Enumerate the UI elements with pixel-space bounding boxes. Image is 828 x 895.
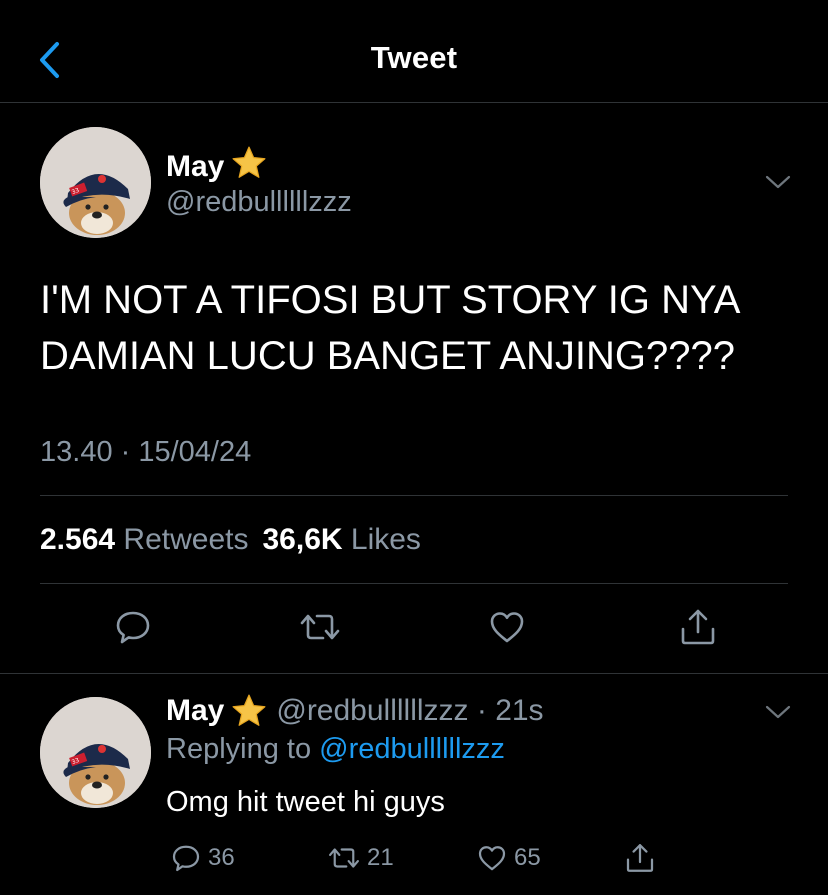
- reply-share-button[interactable]: [624, 840, 656, 876]
- divider: [40, 495, 788, 496]
- heart-icon: [478, 846, 506, 871]
- like-button[interactable]: [484, 604, 530, 650]
- page-title: Tweet: [370, 40, 458, 75]
- avatar[interactable]: 33: [40, 127, 151, 238]
- reply-reply-button[interactable]: 36: [170, 840, 235, 876]
- likes-label: Likes: [350, 523, 421, 556]
- dog-with-cap-avatar-icon: 33: [40, 697, 151, 808]
- retweet-button[interactable]: [297, 604, 343, 650]
- reply-options-button[interactable]: [763, 702, 793, 722]
- tweet-stats: 2.564 Retweets 36,6K Likes: [40, 523, 421, 557]
- share-icon: [626, 844, 654, 872]
- retweets-label: Retweets: [123, 523, 249, 556]
- retweets-stat[interactable]: 2.564 Retweets: [40, 523, 248, 557]
- star-emoji-icon: [230, 144, 268, 190]
- reply-avatar[interactable]: 33: [40, 697, 151, 808]
- tweet-author-handle[interactable]: @redbullllllzzz: [166, 186, 352, 219]
- reply-text: Omg hit tweet hi guys: [166, 786, 445, 818]
- replying-to-prefix: Replying to: [166, 733, 312, 765]
- replying-to-mention[interactable]: @redbullllllzzz: [319, 733, 505, 765]
- reply-count: 36: [208, 844, 235, 871]
- share-button[interactable]: [675, 604, 721, 650]
- reply-header[interactable]: May @redbullllllzzz · 21s: [166, 692, 544, 730]
- retweet-count: 21: [367, 844, 394, 871]
- reply-retweet-button[interactable]: 21: [327, 840, 394, 876]
- reply-icon: [116, 611, 150, 644]
- like-count: 65: [514, 844, 541, 871]
- chevron-down-icon: [765, 175, 791, 189]
- reply-handle-time: @redbullllllzzz · 21s: [276, 694, 544, 727]
- star-emoji-icon: [230, 692, 268, 730]
- tweet-actions: [0, 604, 828, 654]
- top-navigation-bar: Tweet: [0, 0, 828, 103]
- tweet-author-name-row[interactable]: May: [166, 144, 268, 190]
- tweet-timestamp: 13.40 · 15/04/24: [40, 436, 252, 468]
- retweet-icon: [329, 848, 359, 868]
- reply-author-name: May: [166, 694, 225, 727]
- retweet-icon: [300, 614, 340, 640]
- reply-button[interactable]: [110, 604, 156, 650]
- reply-like-button[interactable]: 65: [476, 840, 541, 876]
- share-icon: [681, 609, 715, 645]
- chevron-down-icon: [765, 705, 791, 719]
- heart-icon: [490, 612, 524, 643]
- dog-with-cap-avatar-icon: 33: [40, 127, 151, 238]
- tweet-text: I'M NOT A TIFOSI BUT STORY IG NYA DAMIAN…: [40, 278, 739, 378]
- likes-stat[interactable]: 36,6K Likes: [262, 523, 420, 557]
- replying-to-line: Replying to @redbullllllzzz: [166, 733, 505, 766]
- divider: [0, 673, 828, 674]
- divider: [40, 583, 788, 584]
- likes-count: 36,6K: [262, 523, 343, 556]
- tweet-author-name: May: [166, 150, 225, 183]
- retweets-count: 2.564: [40, 523, 116, 556]
- reply-icon: [172, 845, 200, 872]
- tweet-options-button[interactable]: [763, 172, 793, 192]
